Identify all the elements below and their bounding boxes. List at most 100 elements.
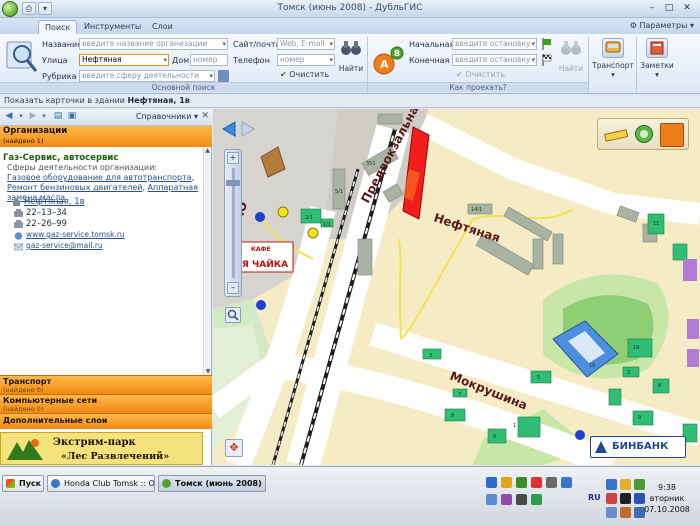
- pan-right-icon[interactable]: [240, 121, 256, 137]
- language-indicator[interactable]: RU: [588, 493, 601, 502]
- tray-icon[interactable]: [620, 479, 631, 490]
- close-panel-icon[interactable]: ✕: [201, 111, 209, 121]
- panel-scrollbar[interactable]: ▲ ▼: [203, 147, 211, 375]
- compass-icon[interactable]: ✥: [225, 439, 243, 457]
- scroll-up-icon[interactable]: ▲: [204, 147, 211, 154]
- phone-icon: [14, 209, 23, 217]
- chevron-down-icon[interactable]: ▾: [531, 55, 535, 65]
- print-card-icon[interactable]: ▤: [52, 111, 64, 123]
- quicklaunch-icon[interactable]: [501, 477, 512, 488]
- back-dropdown-icon[interactable]: ▾: [15, 111, 27, 123]
- maximize-icon[interactable]: □: [661, 2, 677, 15]
- zoom-out-icon[interactable]: –: [227, 282, 239, 294]
- spravochniki-menu[interactable]: Справочники ▾: [136, 112, 198, 121]
- map-marker[interactable]: [255, 212, 265, 222]
- tray-icon[interactable]: [606, 507, 617, 518]
- task-honda-club[interactable]: Honda Club Tomsk :: От...: [47, 475, 155, 492]
- tray-icon[interactable]: [606, 479, 617, 490]
- site-label: Сайт/почта: [233, 40, 281, 49]
- email-row[interactable]: gaz-service@mail.ru: [13, 241, 103, 250]
- street-input[interactable]: Нефтяная ▾: [79, 54, 169, 66]
- quicklaunch-icon[interactable]: [531, 477, 542, 488]
- route-start-input[interactable]: введите остановку ▾: [452, 38, 537, 50]
- phone-input[interactable]: номер ▾: [277, 54, 335, 66]
- city-map[interactable]: КАФЕ ЯЯ ЧАЙКА Предвокзальна Нефтяная Мок…: [213, 109, 700, 465]
- zoom-thumb[interactable]: [226, 180, 240, 186]
- finish-flag-icon[interactable]: [541, 54, 553, 66]
- quicklaunch-icon[interactable]: [516, 494, 527, 505]
- notes-button[interactable]: Заметки ▾: [638, 38, 676, 79]
- chevron-down-icon[interactable]: ▾: [163, 55, 167, 65]
- chevron-down-icon[interactable]: ▾: [531, 39, 535, 49]
- chevron-down-icon[interactable]: ▾: [222, 39, 226, 49]
- building-number: 10: [589, 363, 595, 369]
- tray-icon[interactable]: [620, 493, 631, 504]
- chevron-down-icon[interactable]: ▾: [329, 39, 333, 49]
- minimize-icon[interactable]: –: [644, 2, 660, 15]
- quicklaunch-icon[interactable]: [561, 477, 572, 488]
- tab-tools[interactable]: Инструменты: [78, 20, 147, 34]
- map-marker[interactable]: [575, 430, 585, 440]
- chevron-down-icon[interactable]: ▾: [329, 55, 333, 65]
- route-end-input[interactable]: введите остановку ▾: [452, 54, 537, 66]
- clock-day: вторник: [649, 494, 685, 503]
- section-extra-layers[interactable]: Дополнительные слои: [0, 413, 212, 429]
- quicklaunch-icon[interactable]: [546, 477, 557, 488]
- building-cards-link[interactable]: Показать карточки в здании Нефтяная, 1в: [0, 95, 700, 108]
- quicklaunch-icon[interactable]: [516, 477, 527, 488]
- clear-route-button[interactable]: ✔ Очистить: [456, 70, 505, 79]
- zoom-in-icon[interactable]: +: [227, 152, 239, 164]
- chevron-down-icon[interactable]: ▾: [209, 71, 213, 81]
- organizations-header[interactable]: Организации (найдено 1): [0, 126, 212, 147]
- scroll-down-icon[interactable]: ▼: [204, 368, 212, 375]
- section-networks[interactable]: Компьютерные сети (найдено 0): [0, 394, 212, 413]
- clear-search-button[interactable]: ✔ Очистить: [280, 70, 329, 79]
- quicklaunch-icon[interactable]: [531, 494, 542, 505]
- kafe-chaika-sign[interactable]: КАФЕ ЯЯ ЧАЙКА: [232, 241, 294, 273]
- website-row[interactable]: www.gaz-service.tomsk.ru: [14, 230, 125, 240]
- quicklaunch-icon[interactable]: [486, 494, 497, 505]
- sphere-link[interactable]: Ремонт бензиновых двигателей: [7, 183, 142, 192]
- section-networks-sub: (найдено 0): [3, 405, 44, 413]
- params-menu[interactable]: ⚙ Параметры ▾: [630, 21, 694, 30]
- map-marker[interactable]: [307, 227, 319, 239]
- layers-circle-icon[interactable]: [634, 124, 654, 144]
- sphere-link[interactable]: Газовое оборудование для автотранспорта: [7, 173, 192, 182]
- find-button[interactable]: Найти: [337, 38, 365, 73]
- quicklaunch-icon[interactable]: [501, 494, 512, 505]
- start-button[interactable]: Пуск: [2, 475, 44, 492]
- start-flag-icon[interactable]: [541, 38, 553, 50]
- tray-icon[interactable]: [606, 493, 617, 504]
- route-find-button[interactable]: Найти: [557, 38, 585, 73]
- quicklaunch-icon[interactable]: [486, 477, 497, 488]
- rubric-input[interactable]: введите сферу деятельности ▾: [79, 70, 215, 82]
- tab-layers[interactable]: Слои: [146, 20, 179, 34]
- task-dublgis[interactable]: Томск (июнь 2008) - ...: [158, 475, 266, 492]
- close-icon[interactable]: ✕: [679, 2, 695, 15]
- magnifier-icon[interactable]: [225, 307, 241, 323]
- house-input[interactable]: номер: [190, 54, 228, 66]
- map-view[interactable]: КАФЕ ЯЯ ЧАЙКА Предвокзальна Нефтяная Мок…: [213, 109, 700, 465]
- pan-left-icon[interactable]: [221, 121, 237, 137]
- org-address-row[interactable]: Нефтяная, 1в: [12, 197, 85, 207]
- forward-dropdown-icon[interactable]: ▾: [38, 111, 50, 123]
- clock-time[interactable]: 9:38: [642, 483, 692, 492]
- name-input[interactable]: введите название организации ▾: [79, 38, 228, 50]
- tray-icon[interactable]: [620, 507, 631, 518]
- tab-search[interactable]: Поиск: [38, 20, 78, 34]
- map-marker[interactable]: [277, 206, 289, 218]
- section-transport[interactable]: Транспорт (найдено 0): [0, 375, 212, 394]
- orange-tool-icon[interactable]: [660, 123, 684, 147]
- transport-button[interactable]: Транспорт ▾: [591, 38, 635, 79]
- zoom-slider[interactable]: + –: [224, 149, 242, 297]
- binbank-sign[interactable]: БИНБАНК: [590, 436, 686, 458]
- info-address: Нефтяная, 1в: [127, 96, 190, 105]
- group-divider: [636, 36, 637, 92]
- map-marker[interactable]: [256, 300, 266, 310]
- ruler-icon[interactable]: [604, 127, 629, 143]
- window-icon[interactable]: ▣: [66, 111, 78, 123]
- rubric-catalog-icon[interactable]: [218, 70, 229, 82]
- ad-banner[interactable]: Экстрим-парк «Лес Развлечений»: [0, 432, 203, 465]
- back-arrow-icon[interactable]: ◀: [3, 111, 15, 123]
- site-input[interactable]: Web, E-mail ▾: [277, 38, 335, 50]
